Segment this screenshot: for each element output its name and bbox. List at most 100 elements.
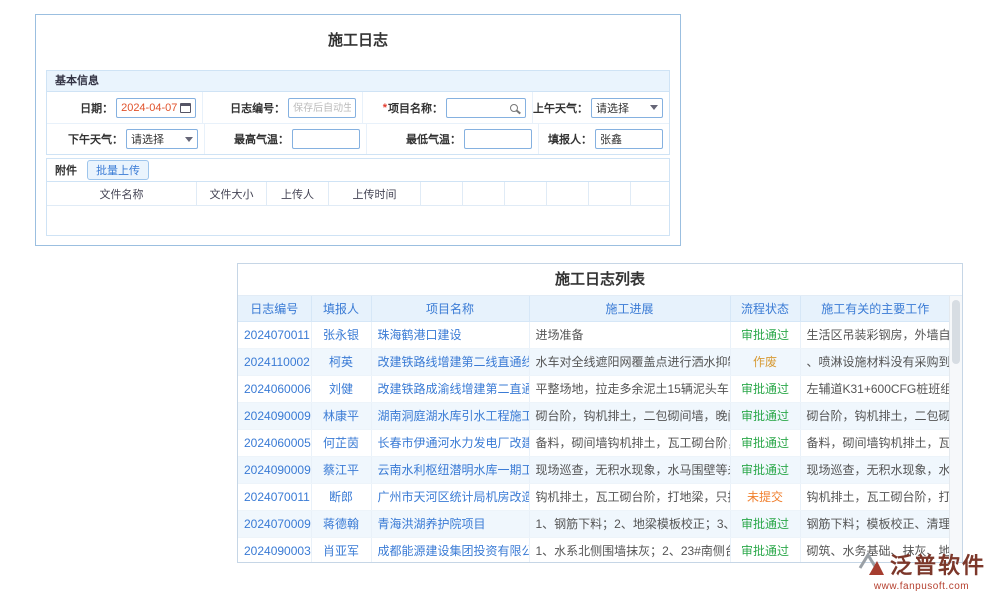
log-no-link[interactable]: 2024070011: [244, 328, 310, 342]
file-header-empty: [589, 182, 631, 205]
status-badge: 作废: [753, 355, 777, 369]
work-cell: 钢筋下料；模板校正、清理、抹防水: [800, 510, 950, 537]
reporter-field-group: 填报人：: [539, 124, 669, 154]
table-row: 2024070009 蒋德翰 青海洪湖养护院项目 1、钢筋下料；2、地梁模板校正…: [238, 510, 950, 537]
status-badge: 审批通过: [741, 463, 789, 477]
date-value: 2024-04-07: [121, 102, 177, 114]
status-badge: 审批通过: [741, 328, 789, 342]
file-name-header: 文件名称: [47, 182, 197, 205]
reporter-input[interactable]: [595, 129, 663, 149]
search-icon[interactable]: [510, 104, 518, 112]
attachment-box: 附件 批量上传 文件名称 文件大小 上传人 上传时间: [46, 158, 670, 236]
reporter-link[interactable]: 肖亚军: [323, 544, 359, 558]
log-no-link[interactable]: 2024060005: [244, 436, 311, 450]
reporter-link[interactable]: 柯英: [329, 355, 353, 369]
file-table-header: 文件名称 文件大小 上传人 上传时间: [47, 182, 669, 206]
pm-weather-label: 下午天气：: [68, 131, 123, 147]
file-header-empty: [547, 182, 589, 205]
project-link[interactable]: 广州市天河区统计局机房改造项目: [378, 490, 530, 504]
table-row: 2024070011 断郎 广州市天河区统计局机房改造项目 钩机排土，瓦工砌台阶…: [238, 483, 950, 510]
table-header-row: 日志编号 填报人 项目名称 施工进展 流程状态 施工有关的主要工作: [238, 296, 950, 321]
project-link[interactable]: 湖南洞庭湖水库引水工程施工标: [378, 409, 530, 423]
max-temp-input[interactable]: [292, 129, 360, 149]
reporter-link[interactable]: 蒋德翰: [323, 517, 359, 531]
reporter-link[interactable]: 刘健: [329, 382, 353, 396]
project-link[interactable]: 长春市伊通河水力发电厂改建工程: [378, 436, 530, 450]
table-row: 2024110002 柯英 改建铁路线增建第二线直通线（ 水车对全线遮阳网覆盖点…: [238, 348, 950, 375]
pm-weather-value: 请选择: [131, 131, 164, 147]
file-header-empty: [505, 182, 547, 205]
work-cell: 砌台阶，钩机排土，二包砌间墙，晚: [800, 402, 950, 429]
project-link[interactable]: 改建铁路线增建第二线直通线（: [378, 355, 530, 369]
log-no-label: 日志编号：: [230, 100, 285, 116]
work-cell: 钩机排土，瓦工砌台阶，打地梁，只: [800, 483, 950, 510]
col-status: 流程状态: [730, 296, 800, 321]
progress-cell: 平整场地，拉走多余泥土15辆泥头车，围: [529, 375, 730, 402]
pm-weather-select[interactable]: 请选择: [126, 129, 198, 149]
max-temp-field-group: 最高气温：: [205, 124, 367, 154]
vertical-scrollbar[interactable]: [949, 296, 962, 562]
project-label: 项目名称：: [388, 100, 443, 116]
progress-cell: 1、钢筋下料；2、地梁模板校正；3、22#: [529, 510, 730, 537]
am-weather-select[interactable]: 请选择: [591, 98, 663, 118]
log-no-link[interactable]: 2024090003: [244, 544, 311, 558]
progress-cell: 水车对全线遮阳网覆盖点进行洒水抑制扬: [529, 348, 730, 375]
calendar-icon[interactable]: [180, 103, 191, 113]
construction-log-form-panel: 施工日志 基本信息 日期： 2024-04-07 日志编号： * 项目名称：: [35, 14, 681, 246]
file-header-empty: [463, 182, 505, 205]
table-row: 2024090009 林康平 湖南洞庭湖水库引水工程施工标 砌台阶，钩机排土，二…: [238, 402, 950, 429]
pm-weather-field-group: 下午天气： 请选择: [47, 124, 205, 154]
file-list-empty-area: [47, 206, 669, 234]
table-row: 2024090009 蔡江平 云南水利枢纽潜明水库一期工程 现场巡查，无积水现象…: [238, 456, 950, 483]
table-row: 2024060005 何芷茵 长春市伊通河水力发电厂改建工程 备料，砌间墙钩机排…: [238, 429, 950, 456]
batch-upload-button[interactable]: 批量上传: [87, 160, 149, 180]
reporter-link[interactable]: 蔡江平: [323, 463, 359, 477]
max-temp-label: 最高气温：: [234, 131, 289, 147]
project-link[interactable]: 云南水利枢纽潜明水库一期工程: [378, 463, 530, 477]
fanpu-logo-icon: [857, 551, 885, 577]
attachment-label: 附件: [55, 162, 77, 178]
project-link[interactable]: 青海洪湖养护院项目: [378, 517, 486, 531]
log-no-input[interactable]: [288, 98, 356, 118]
form-title: 施工日志: [36, 15, 680, 55]
reporter-link[interactable]: 断郎: [329, 490, 353, 504]
reporter-link[interactable]: 张永银: [323, 328, 359, 342]
min-temp-field-group: 最低气温：: [367, 124, 539, 154]
project-field-group: * 项目名称：: [363, 92, 533, 123]
progress-cell: 钩机排土，瓦工砌台阶，打地梁，只摆板: [529, 483, 730, 510]
log-no-link[interactable]: 2024070011: [244, 490, 310, 504]
form-row-2: 下午天气： 请选择 最高气温： 最低气温： 填报人：: [47, 123, 669, 154]
am-weather-field-group: 上午天气： 请选择: [533, 92, 669, 123]
log-no-link[interactable]: 2024090009: [244, 463, 311, 477]
log-list-table: 日志编号 填报人 项目名称 施工进展 流程状态 施工有关的主要工作 202407…: [238, 296, 950, 563]
date-label: 日期：: [80, 100, 113, 116]
col-project: 项目名称: [371, 296, 529, 321]
table-row: 2024060006 刘健 改建铁路成渝线增建第二直通线 平整场地，拉走多余泥土…: [238, 375, 950, 402]
log-no-link[interactable]: 2024110002: [244, 355, 310, 369]
reporter-link[interactable]: 林康平: [323, 409, 359, 423]
min-temp-input[interactable]: [464, 129, 532, 149]
scrollbar-thumb[interactable]: [952, 300, 960, 364]
project-name-field[interactable]: [446, 98, 526, 118]
project-link[interactable]: 改建铁路成渝线增建第二直通线: [378, 382, 530, 396]
min-temp-label: 最低气温：: [406, 131, 461, 147]
log-no-field-group: 日志编号：: [203, 92, 363, 123]
date-field[interactable]: 2024-04-07: [116, 98, 196, 118]
project-link[interactable]: 成都能源建设集团投资有限公司: [378, 544, 530, 558]
project-link[interactable]: 珠海鹤港口建设: [378, 328, 462, 342]
reporter-link[interactable]: 何芷茵: [323, 436, 359, 450]
col-log-no: 日志编号: [238, 296, 311, 321]
upload-time-header: 上传时间: [329, 182, 421, 205]
work-cell: 左辅道K31+600CFG桩班组4人组装: [800, 375, 950, 402]
attachment-header: 附件 批量上传: [47, 159, 669, 182]
log-no-link[interactable]: 2024070009: [244, 517, 311, 531]
table-row: 2024090003 肖亚军 成都能源建设集团投资有限公司 1、水系北侧围墙抹灰…: [238, 537, 950, 563]
brand-watermark: 泛普软件 www.fanpusoft.com: [857, 548, 986, 592]
status-badge: 审批通过: [741, 544, 789, 558]
progress-cell: 现场巡查，无积水现象，水马围壁等未发: [529, 456, 730, 483]
log-no-link[interactable]: 2024060006: [244, 382, 311, 396]
log-no-link[interactable]: 2024090009: [244, 409, 311, 423]
table-row: 2024070011 张永银 珠海鹤港口建设 进场准备 审批通过 生活区吊装彩钢…: [238, 321, 950, 348]
brand-url: www.fanpusoft.com: [857, 581, 986, 592]
required-asterisk: *: [383, 102, 387, 114]
